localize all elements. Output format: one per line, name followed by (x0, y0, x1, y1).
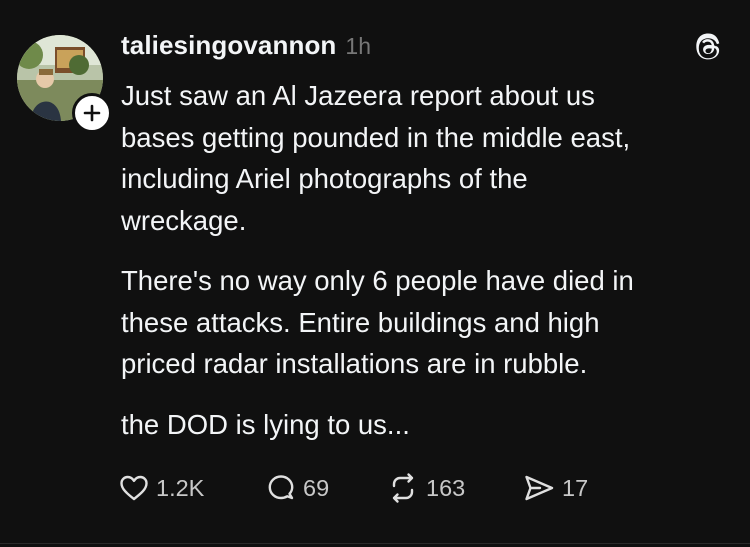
share-button[interactable]: 17 (522, 472, 588, 504)
repost-button[interactable]: 163 (386, 472, 465, 504)
like-button[interactable]: 1.2K (118, 472, 204, 504)
reply-button[interactable]: 69 (265, 472, 329, 504)
follow-button[interactable] (72, 93, 112, 133)
send-icon (525, 475, 554, 501)
timestamp: 1h (345, 33, 371, 59)
post-paragraph: Just saw an Al Jazeera report about us b… (121, 80, 631, 236)
like-count: 1.2K (156, 474, 205, 501)
comment-bubble-icon (268, 475, 294, 500)
post-paragraph: the DOD is lying to us... (121, 408, 410, 440)
share-count: 17 (562, 474, 589, 501)
repost-count: 163 (426, 474, 466, 501)
divider (0, 543, 750, 544)
threads-post: taliesingovannon 1h Just saw an Al Jazee… (0, 0, 750, 547)
repost-icon (392, 473, 414, 503)
post-header: taliesingovannon 1h (121, 30, 371, 66)
reply-count: 69 (303, 474, 330, 501)
heart-icon (120, 475, 148, 501)
threads-logo-icon[interactable] (691, 31, 725, 65)
username[interactable]: taliesingovannon (121, 30, 336, 61)
plus-icon (83, 104, 101, 122)
post-paragraph: There's no way only 6 people have died i… (121, 265, 634, 379)
post-body: Just saw an Al Jazeera report about us b… (121, 75, 721, 464)
